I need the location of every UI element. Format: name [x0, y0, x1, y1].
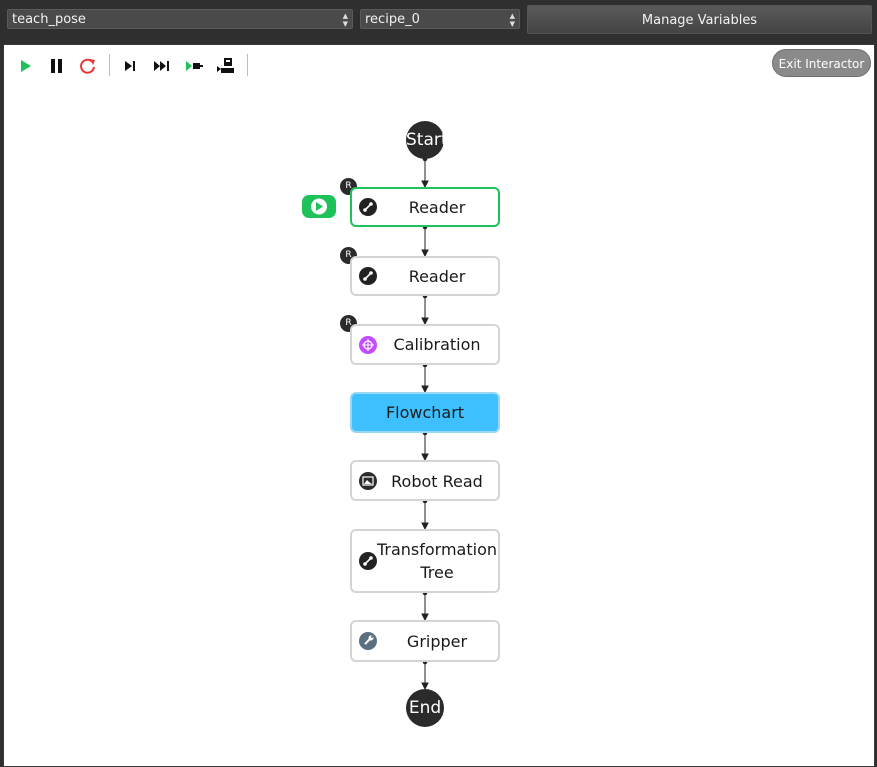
node-label: Flowchart — [385, 403, 465, 422]
node-transformation-tree[interactable]: Transformation Tree — [350, 529, 500, 593]
node-label: Robot Read — [391, 472, 483, 491]
node-reader-1[interactable]: Reader — [350, 187, 500, 227]
link-icon — [359, 267, 377, 285]
start-node[interactable]: Start — [406, 121, 448, 159]
node-label: Reader — [408, 267, 466, 286]
node-calibration[interactable]: Calibration — [350, 324, 500, 365]
node-label: Tree — [420, 563, 454, 582]
image-icon — [359, 472, 377, 490]
flow-canvas[interactable]: Exit Interactor Start R Reader R Reader — [3, 44, 875, 767]
link-icon — [359, 198, 377, 216]
wrench-icon — [359, 632, 377, 650]
select-arrows-icon: ▲ ▼ — [509, 12, 515, 28]
top-toolbar: teach_pose ▲ ▼ recipe_0 ▲ ▼ Manage Variabl… — [0, 0, 877, 44]
node-label: Gripper — [406, 632, 468, 651]
node-reader-2[interactable]: Reader — [350, 256, 500, 296]
node-robot-read[interactable]: Robot Read — [350, 460, 500, 501]
current-step-marker — [302, 195, 336, 218]
recipe-select[interactable]: recipe_0 ▲ ▼ — [360, 9, 520, 29]
node-label: Reader — [408, 198, 466, 217]
node-flowchart[interactable]: Flowchart — [350, 392, 500, 433]
node-label: Transformation — [376, 540, 498, 559]
node-gripper[interactable]: Gripper — [350, 620, 500, 662]
flow-select[interactable]: teach_pose ▲ ▼ — [7, 9, 353, 29]
recipe-select-value: recipe_0 — [365, 12, 420, 27]
target-icon — [359, 336, 377, 354]
link-icon — [359, 552, 377, 570]
flow-select-value: teach_pose — [12, 12, 86, 27]
node-label: Calibration — [393, 335, 481, 354]
manage-variables-button[interactable]: Manage Variables — [527, 5, 872, 34]
end-node[interactable]: End — [406, 689, 444, 727]
select-arrows-icon: ▲ ▼ — [342, 12, 348, 28]
